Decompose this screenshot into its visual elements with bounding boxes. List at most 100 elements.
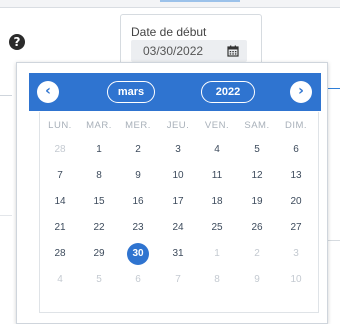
day-number: 16 [132,196,144,207]
day-cell-selected[interactable]: 30 [118,243,158,265]
day-cell[interactable]: 1 [79,140,119,160]
weekday-label: MAR. [86,120,112,131]
day-cell[interactable]: 29 [79,244,119,264]
day-cell[interactable]: 10 [158,166,198,186]
day-number: 28 [54,248,66,259]
day-cell[interactable]: 26 [237,218,277,238]
day-number: 8 [96,170,102,181]
day-cell[interactable]: 9 [237,270,277,290]
day-cell[interactable]: 14 [40,192,80,212]
day-number: 31 [172,248,184,259]
date-field-label: Date de début [131,25,207,39]
day-cell[interactable]: 12 [237,166,277,186]
day-cell[interactable]: 5 [237,140,277,160]
day-cell[interactable]: 1 [197,244,237,264]
day-cell[interactable]: 7 [40,166,80,186]
day-cell[interactable]: 11 [197,166,237,186]
day-cell[interactable]: 19 [237,192,277,212]
day-number: 1 [214,248,220,259]
day-cell[interactable]: 28 [40,244,80,264]
year-selector[interactable]: 2022 [201,81,255,103]
day-number: 18 [211,196,223,207]
weekday-label: JEU. [166,120,190,131]
day-cell[interactable]: 6 [118,270,158,290]
calendar-icon[interactable] [227,45,239,57]
day-cell[interactable]: 24 [158,218,198,238]
day-number: 9 [135,170,141,181]
day-number: 17 [172,196,184,207]
month-selector[interactable]: mars [107,81,155,103]
day-number: 21 [54,222,66,233]
day-cell[interactable]: 2 [237,244,277,264]
day-number: 28 [54,144,66,155]
day-number: 27 [290,222,302,233]
day-cell[interactable]: 18 [197,192,237,212]
help-icon[interactable]: ? [9,34,25,50]
day-number: 23 [132,222,144,233]
day-cell[interactable]: 4 [40,270,80,290]
day-number: 5 [96,274,102,285]
day-cell[interactable]: 8 [197,270,237,290]
background-divider [0,95,12,96]
day-number: 25 [211,222,223,233]
weekday-label: SAM. [244,120,270,131]
day-cell[interactable]: 3 [158,140,198,160]
day-cell[interactable]: 4 [197,140,237,160]
day-number: 26 [251,222,263,233]
day-number: 22 [93,222,105,233]
day-cell[interactable]: 22 [79,218,119,238]
day-cell[interactable]: 13 [276,166,316,186]
day-number: 2 [254,248,260,259]
day-number: 1 [96,144,102,155]
day-number: 6 [135,274,141,285]
day-cell[interactable]: 10 [276,270,316,290]
day-cell[interactable]: 16 [118,192,158,212]
day-cell[interactable]: 8 [79,166,119,186]
day-cell[interactable]: 23 [118,218,158,238]
day-number: 8 [214,274,220,285]
day-cell[interactable]: 20 [276,192,316,212]
day-number: 13 [290,170,302,181]
day-number: 30 [127,243,149,265]
day-cell[interactable]: 27 [276,218,316,238]
date-input-wrapper[interactable] [131,40,247,62]
top-bar [0,0,340,8]
day-number: 11 [211,170,223,181]
datepicker-popup: ‹ mars 2022 › LUN. MAR. MER. JEU. VEN. S… [16,62,328,324]
day-cell[interactable]: 21 [40,218,80,238]
day-number: 15 [93,196,105,207]
day-cell[interactable]: 6 [276,140,316,160]
day-number: 14 [54,196,66,207]
day-number: 4 [57,274,63,285]
day-cell[interactable]: 28 [40,140,80,160]
start-date-input[interactable] [131,40,233,62]
day-number: 3 [293,248,299,259]
day-number: 7 [175,274,181,285]
day-number: 20 [290,196,302,207]
day-number: 3 [175,144,181,155]
day-number: 9 [254,274,260,285]
top-bar-accent [160,0,240,2]
prev-month-button[interactable]: ‹ [37,81,59,103]
background-divider [0,215,12,216]
day-number: 24 [172,222,184,233]
day-number: 29 [93,248,105,259]
day-number: 6 [293,144,299,155]
weekday-label: LUN. [48,120,72,131]
weekday-label: DIM. [284,120,308,131]
day-cell[interactable]: 25 [197,218,237,238]
next-month-button[interactable]: › [290,81,312,103]
day-number: 10 [290,274,302,285]
day-cell[interactable]: 17 [158,192,198,212]
day-cell[interactable]: 31 [158,244,198,264]
day-cell[interactable]: 5 [79,270,119,290]
day-number: 4 [214,144,220,155]
day-cell[interactable]: 9 [118,166,158,186]
day-cell[interactable]: 15 [79,192,119,212]
day-cell[interactable]: 3 [276,244,316,264]
weekday-label: VEN. [204,120,230,131]
day-number: 7 [57,170,63,181]
day-cell[interactable]: 2 [118,140,158,160]
day-cell[interactable]: 7 [158,270,198,290]
day-number: 10 [172,170,184,181]
